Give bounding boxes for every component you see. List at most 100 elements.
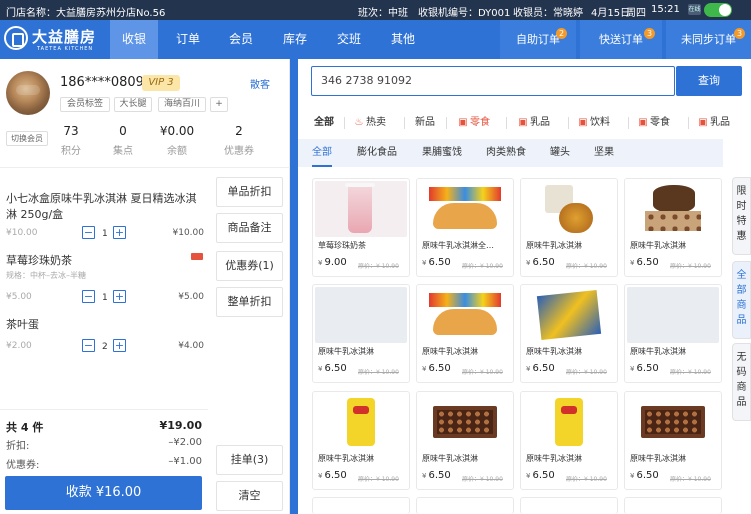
item-note-button[interactable]: 商品备注 <box>216 213 283 243</box>
cart-item[interactable]: 茶叶蛋 ¥2.00 − 2 + ¥4.00 <box>6 317 204 357</box>
product-card[interactable] <box>520 497 618 514</box>
product-price: ¥6.50 <box>630 470 659 481</box>
category-tab-snacks-2[interactable]: ▣ 零食 <box>638 111 670 135</box>
tab-members[interactable]: 会员 <box>217 20 265 59</box>
subcategory-tab-all[interactable]: 全部 <box>312 139 332 167</box>
subcategory-tab[interactable]: 膨化食品 <box>357 139 397 167</box>
sidecat-limited-offer[interactable]: 限时特惠 <box>732 177 751 255</box>
currency-symbol: ¥ <box>318 365 323 373</box>
item-discount-button[interactable]: 单品折扣 <box>216 177 283 207</box>
product-card[interactable]: 原味牛乳冰淇淋 ¥6.50 原价：¥ 10.90 <box>520 284 618 383</box>
product-name: 原味牛乳冰淇淋全… <box>422 241 494 250</box>
stat-label: 积分 <box>61 146 81 157</box>
product-card[interactable]: 原味牛乳冰淇淋 ¥6.50 原价：¥ 10.90 <box>416 284 514 383</box>
delivery-orders-button[interactable]: 快送订单 3 <box>580 20 662 59</box>
quantity-value: 1 <box>102 229 108 239</box>
product-image <box>419 287 511 343</box>
decrease-button[interactable]: − <box>82 339 95 352</box>
currency-symbol: ¥ <box>630 365 635 373</box>
order-discount-button[interactable]: 整单折扣 <box>216 287 283 317</box>
unsynced-orders-button[interactable]: 未同步订单 3 <box>666 20 751 59</box>
self-service-orders-button[interactable]: 自助订单 2 <box>500 20 576 59</box>
stat-coupons[interactable]: 2 优惠券 <box>214 124 264 157</box>
tab-handover[interactable]: 交班 <box>325 20 373 59</box>
member-tag[interactable]: 海纳百川 <box>158 97 206 112</box>
divider <box>688 117 689 129</box>
category-tab-all[interactable]: 全部 <box>314 111 334 135</box>
product-original-price: 原价：¥ 10.90 <box>358 369 399 376</box>
add-tag-button[interactable]: + <box>210 97 228 112</box>
coupon-label: 优惠券: <box>6 460 40 471</box>
cart-item-name: 茶叶蛋 <box>6 318 39 331</box>
decrease-button[interactable]: − <box>82 226 95 239</box>
product-image <box>419 181 511 237</box>
stat-value: 0 <box>119 124 127 138</box>
cart-item-name: 小七冰盒原味牛乳冰淇淋 夏日精选冰淇淋 250g/盒 <box>6 192 197 221</box>
clear-cart-button[interactable]: 清空 <box>216 481 283 511</box>
currency-symbol: ¥ <box>422 259 427 267</box>
subcategory-tab[interactable]: 坚果 <box>594 139 614 167</box>
category-tab-new[interactable]: 新品 <box>415 111 435 135</box>
checkout-button[interactable]: 收款 ¥16.00 <box>5 476 202 510</box>
summary-count: 共 4 件 ¥19.00 <box>6 419 202 435</box>
product-card[interactable]: 原味牛乳冰淇淋全… ¥6.50 原价：¥ 10.90 <box>416 178 514 277</box>
product-card[interactable]: 原味牛乳冰淇淋 ¥6.50 原价：¥ 10.90 <box>624 284 722 383</box>
product-image <box>523 287 615 343</box>
product-price-value: 6.50 <box>636 470 659 481</box>
product-price-value: 6.50 <box>532 363 555 374</box>
tab-inventory[interactable]: 库存 <box>271 20 319 59</box>
hold-order-button[interactable]: 挂单(3) <box>216 445 283 475</box>
sidecat-all-products[interactable]: 全部商品 <box>732 261 751 339</box>
delivery-orders-count: 3 <box>644 28 655 39</box>
increase-button[interactable]: + <box>113 290 126 303</box>
tab-other[interactable]: 其他 <box>379 20 427 59</box>
toggle-knob <box>719 4 731 16</box>
category-tab-snacks[interactable]: ▣ 零食 <box>458 111 490 135</box>
online-toggle[interactable] <box>704 3 732 17</box>
product-price-value: 6.50 <box>428 363 451 374</box>
category-tab-dairy-2[interactable]: ▣ 乳品 <box>698 111 730 135</box>
walk-in-customer-link[interactable]: 散客 <box>250 76 270 91</box>
product-card[interactable]: 原味牛乳冰淇淋 ¥6.50 原价：¥ 10.90 <box>520 178 618 277</box>
category-tab-dairy[interactable]: ▣ 乳品 <box>518 111 550 135</box>
cart-item[interactable]: 小七冰盒原味牛乳冰淇淋 夏日精选冰淇淋 250g/盒 ¥10.00 − 1 + … <box>6 191 204 243</box>
product-original-price: 原价：¥ 10.90 <box>566 369 607 376</box>
product-card[interactable]: 原味牛乳冰淇淋 ¥6.50 原价：¥ 10.90 <box>312 391 410 490</box>
product-price: ¥6.50 <box>318 363 347 374</box>
product-card[interactable]: 原味牛乳冰淇淋 ¥6.50 原价：¥ 10.90 <box>416 391 514 490</box>
self-service-orders-label: 自助订单 <box>516 33 560 46</box>
product-card[interactable]: 草莓珍珠奶茶 ¥9.00 原价：¥ 10.90 <box>312 178 410 277</box>
product-card[interactable]: 原味牛乳冰淇淋 ¥6.50 原价：¥ 10.90 <box>520 391 618 490</box>
subcategory-tab[interactable]: 罐头 <box>550 139 570 167</box>
member-tag[interactable]: 大长腿 <box>114 97 152 112</box>
subcategory-tab[interactable]: 肉类熟食 <box>486 139 526 167</box>
divider <box>404 117 405 129</box>
product-card[interactable]: 原味牛乳冰淇淋 ¥6.50 原价：¥ 10.90 <box>624 391 722 490</box>
product-card[interactable]: 原味牛乳冰淇淋 ¥6.50 原价：¥ 10.90 <box>624 178 722 277</box>
switch-member-button[interactable]: 切换会员 <box>6 131 48 146</box>
barcode-search-input[interactable]: 346 2738 91092 <box>311 66 675 96</box>
sidecat-no-barcode[interactable]: 无码商品 <box>732 343 751 421</box>
cart-item[interactable]: 草莓珍珠奶茶 规格：中杯–去冰–半糖 ¥5.00 − 1 + ¥5.00 <box>6 253 204 303</box>
product-card[interactable]: 原味牛乳冰淇淋 ¥6.50 原价：¥ 10.90 <box>312 284 410 383</box>
drink-icon: ▣ <box>578 117 588 128</box>
increase-button[interactable]: + <box>113 339 126 352</box>
category-tab-hot[interactable]: ♨ 热卖 <box>354 111 386 135</box>
tab-orders[interactable]: 订单 <box>164 20 212 59</box>
coupon-button[interactable]: 优惠券(1) <box>216 251 283 281</box>
coupon-value: –¥1.00 <box>168 456 202 467</box>
tab-cashier[interactable]: 收银 <box>110 20 158 59</box>
discount-label: 折扣: <box>6 441 30 452</box>
search-button[interactable]: 查询 <box>676 66 742 96</box>
product-card[interactable] <box>624 497 722 514</box>
summary-discount: 折扣: –¥2.00 <box>6 437 202 452</box>
subcategory-tab[interactable]: 果脯蜜饯 <box>422 139 462 167</box>
category-tab-drinks[interactable]: ▣ 饮料 <box>578 111 610 135</box>
product-image <box>315 287 407 343</box>
product-card[interactable] <box>312 497 410 514</box>
decrease-button[interactable]: − <box>82 290 95 303</box>
product-price: ¥6.50 <box>526 257 555 268</box>
product-price-value: 6.50 <box>636 363 659 374</box>
product-card[interactable] <box>416 497 514 514</box>
increase-button[interactable]: + <box>113 226 126 239</box>
